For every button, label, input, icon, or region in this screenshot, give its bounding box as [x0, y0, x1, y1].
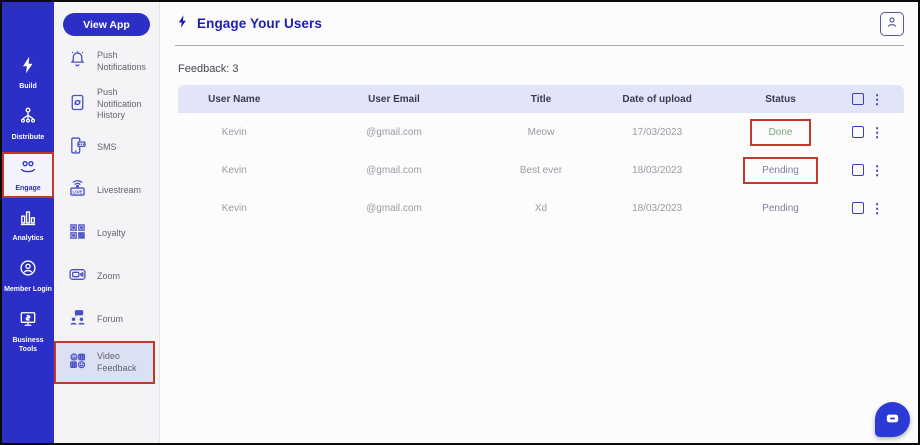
column-header-status: Status — [765, 93, 796, 105]
table-row: Kevin @gmail.com Meow 17/03/2023 Done ⋮ — [178, 113, 904, 151]
status-badge: Pending — [743, 156, 818, 184]
distribute-icon — [18, 106, 38, 131]
engage-users-icon — [18, 157, 38, 182]
sidebar-item-distribute[interactable]: Distribute — [2, 101, 54, 148]
submenu-item-label: SMS — [97, 141, 117, 152]
svg-text:LIVE: LIVE — [72, 189, 82, 194]
member-login-icon — [18, 258, 38, 283]
cell-user-name: Kevin — [221, 164, 247, 176]
lightning-icon — [18, 55, 38, 80]
cell-date-of-upload: 17/03/2023 — [632, 126, 683, 138]
cell-title: Meow — [527, 126, 555, 138]
bar-chart-icon — [18, 207, 38, 232]
zoom-camera-icon — [67, 264, 88, 290]
cell-user-email: @gmail.com — [366, 126, 422, 138]
loyalty-icon — [67, 221, 88, 247]
submenu-item-label: Push Notifications — [97, 49, 147, 72]
lightning-icon — [175, 14, 190, 34]
status-badge: Done — [749, 118, 812, 146]
table-row: Kevin @gmail.com Xd 18/03/2023 Pending ⋮ — [178, 189, 904, 227]
page-title-text: Engage Your Users — [197, 16, 322, 31]
sidebar-item-build[interactable]: Build — [2, 50, 54, 97]
cell-date-of-upload: 18/03/2023 — [632, 202, 683, 214]
submenu-item-label: Loyalty — [97, 227, 126, 238]
submenu-item-livestream[interactable]: LIVE Livestream — [54, 169, 159, 212]
sidebar-item-label: Distribute — [11, 133, 45, 141]
sms-icon — [67, 135, 88, 161]
sidebar-item-label: Engage — [15, 184, 41, 192]
page-header: Engage Your Users — [175, 2, 904, 46]
kebab-menu-icon[interactable]: ⋮ — [871, 202, 884, 215]
table-header-row: User Name User Email Title Date of uploa… — [178, 85, 904, 113]
forum-icon — [67, 307, 88, 333]
feedback-table: User Name User Email Title Date of uploa… — [178, 85, 904, 227]
bell-icon — [67, 49, 88, 75]
view-app-button[interactable]: View App — [63, 13, 150, 36]
submenu-item-label: Zoom — [97, 270, 121, 281]
sidebar-item-label: Build — [19, 83, 37, 90]
kebab-menu-icon[interactable]: ⋮ — [871, 126, 884, 139]
chat-bubble-icon — [884, 410, 901, 430]
sidebar-item-business-tools[interactable]: Business Tools — [2, 304, 54, 360]
feedback-count: Feedback: 3 — [178, 63, 239, 75]
submenu-item-label: Livestream — [97, 184, 142, 195]
row-checkbox[interactable] — [851, 126, 864, 138]
user-avatar-button[interactable] — [880, 11, 904, 36]
kebab-menu-icon[interactable]: ⋮ — [871, 93, 884, 106]
kebab-menu-icon[interactable]: ⋮ — [871, 164, 884, 177]
sidebar-item-label: Analytics — [12, 235, 44, 243]
cell-user-name: Kevin — [221, 126, 247, 138]
column-header-user-name: User Name — [208, 93, 261, 105]
cell-date-of-upload: 18/03/2023 — [632, 164, 683, 176]
column-header-user-email: User Email — [368, 93, 420, 105]
submenu-item-forum[interactable]: Forum — [54, 298, 159, 341]
sidebar-item-label: Member Login — [4, 286, 52, 293]
select-all-checkbox[interactable] — [851, 93, 864, 105]
column-header-date-of-upload: Date of upload — [622, 93, 692, 105]
submenu-item-label: Push Notification History — [97, 87, 142, 121]
cell-user-email: @gmail.com — [366, 164, 422, 176]
primary-sidebar: Build Distribute Engage Analytics Member… — [2, 2, 54, 443]
business-tools-icon — [18, 309, 38, 334]
video-feedback-icon — [67, 350, 88, 376]
page-title: Engage Your Users — [175, 14, 322, 34]
chat-launcher-button[interactable] — [875, 402, 910, 437]
submenu-item-sms[interactable]: SMS — [54, 126, 159, 169]
cell-user-email: @gmail.com — [366, 202, 422, 214]
status-badge: Pending — [762, 202, 799, 214]
sidebar-item-analytics[interactable]: Analytics — [2, 202, 54, 249]
row-checkbox[interactable] — [851, 202, 864, 214]
submenu-item-video-feedback[interactable]: Video Feedback — [54, 341, 155, 385]
sidebar-item-label: Business Tools — [12, 336, 44, 353]
cell-title: Xd — [534, 202, 548, 214]
livestream-icon: LIVE — [67, 178, 88, 204]
notification-history-icon — [67, 92, 88, 118]
submenu-item-push-notification-history[interactable]: Push Notification History — [54, 83, 159, 126]
engage-submenu: View App Push Notifications Push Notific… — [54, 2, 160, 443]
main-content: Engage Your Users Feedback: 3 User Name … — [161, 2, 918, 443]
row-checkbox[interactable] — [851, 164, 864, 176]
submenu-item-push-notifications[interactable]: Push Notifications — [54, 40, 159, 83]
cell-title: Best ever — [519, 164, 563, 176]
submenu-item-label: Forum — [97, 313, 124, 324]
submenu-item-loyalty[interactable]: Loyalty — [54, 212, 159, 255]
sidebar-item-member-login[interactable]: Member Login — [2, 253, 54, 300]
table-row: Kevin @gmail.com Best ever 18/03/2023 Pe… — [178, 151, 904, 189]
submenu-item-label: Video Feedback — [97, 350, 137, 373]
column-header-title: Title — [530, 93, 552, 105]
submenu-item-zoom[interactable]: Zoom — [54, 255, 159, 298]
user-avatar-icon — [884, 14, 900, 33]
sidebar-item-engage[interactable]: Engage — [2, 151, 54, 199]
cell-user-name: Kevin — [221, 202, 247, 214]
